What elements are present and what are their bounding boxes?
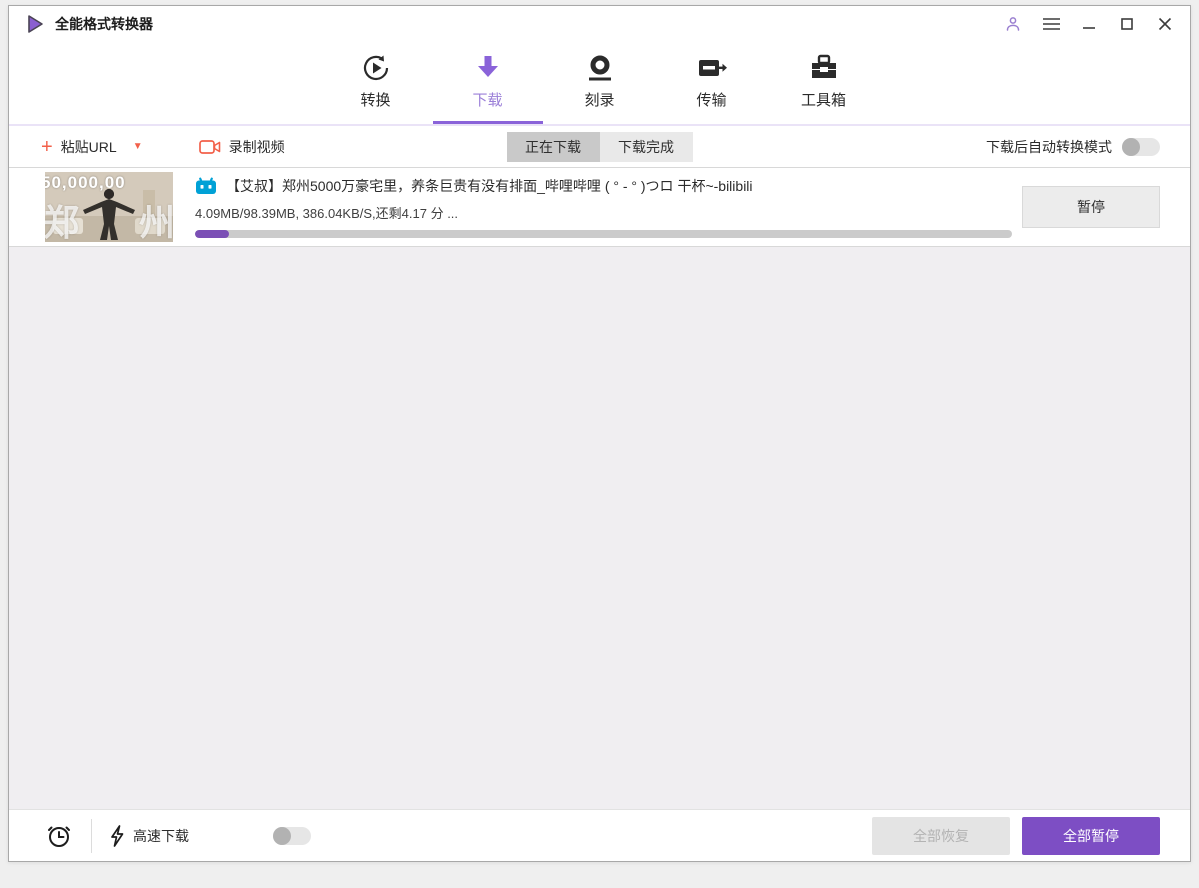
app-window: 全能格式转换器 转换 下载 刻录 传输 工具箱 + 粘贴URL ▼ 录制视频 正… <box>8 5 1191 862</box>
tab-transfer[interactable]: 传输 <box>671 42 753 124</box>
menu-icon[interactable] <box>1040 13 1062 35</box>
progress-fill <box>195 230 230 238</box>
high-speed-control: 高速下载 <box>110 824 189 847</box>
pause-all-button[interactable]: 全部暂停 <box>1022 816 1160 855</box>
app-title: 全能格式转换器 <box>55 16 153 32</box>
toggle-knob <box>1122 137 1140 156</box>
footer-divider <box>91 818 92 853</box>
record-video-label: 录制视频 <box>228 138 285 155</box>
video-thumbnail: 50,000,00 郑 州 <box>45 172 173 242</box>
plus-icon: + <box>41 135 53 158</box>
footer-bar: 高速下载 全部恢复 全部暂停 <box>9 809 1190 861</box>
tab-toolbox[interactable]: 工具箱 <box>783 42 865 124</box>
user-icon[interactable] <box>1002 13 1024 35</box>
toolbox-icon <box>808 52 840 84</box>
paste-url-button[interactable]: + 粘贴URL ▼ <box>41 137 143 157</box>
lightning-icon <box>110 824 124 847</box>
download-title: 【艾叔】郑州5000万豪宅里，养条巨贵有没有排面_哔哩哔哩 ( ° - ° )つ… <box>226 178 753 194</box>
segment-downloading[interactable]: 正在下载 <box>506 131 600 162</box>
download-view-segments: 正在下载 下载完成 <box>506 131 693 162</box>
window-controls <box>1002 13 1176 35</box>
high-speed-label: 高速下载 <box>133 827 189 844</box>
title-bar: 全能格式转换器 <box>9 6 1190 42</box>
tab-download[interactable]: 下载 <box>447 42 529 124</box>
download-status-text: 4.09MB/98.39MB, 386.04KB/S,还剩4.17 分 ... <box>195 206 459 221</box>
tab-label: 下载 <box>472 92 503 109</box>
thumbnail-caption-top: 50,000,00 <box>45 173 126 192</box>
burn-icon <box>585 52 615 84</box>
tab-label: 传输 <box>696 92 727 109</box>
download-icon <box>473 52 503 84</box>
chevron-down-icon[interactable]: ▼ <box>133 141 143 152</box>
tab-label: 工具箱 <box>800 92 846 109</box>
download-toolbar: + 粘贴URL ▼ 录制视频 正在下载 下载完成 下载后自动转换模式 <box>9 126 1190 167</box>
record-video-button[interactable]: 录制视频 <box>198 137 285 157</box>
camera-icon <box>198 139 221 155</box>
download-item-row[interactable]: 50,000,00 郑 州 【艾叔】郑州5000万豪宅里，养条巨贵有没有排面_哔… <box>9 167 1190 247</box>
transfer-icon <box>696 52 728 84</box>
thumbnail-char-left: 郑 <box>45 202 80 242</box>
high-speed-toggle[interactable] <box>273 826 311 845</box>
progress-bar <box>195 230 1012 238</box>
tab-label: 刻录 <box>584 92 615 109</box>
auto-convert-control: 下载后自动转换模式 <box>986 137 1160 157</box>
minimize-icon[interactable] <box>1078 13 1100 35</box>
download-list-empty-area <box>9 247 1190 809</box>
tab-convert[interactable]: 转换 <box>335 42 417 124</box>
tab-label: 转换 <box>360 92 391 109</box>
convert-icon <box>360 52 392 84</box>
pause-button[interactable]: 暂停 <box>1022 186 1160 228</box>
auto-convert-label: 下载后自动转换模式 <box>986 138 1112 155</box>
close-icon[interactable] <box>1154 13 1176 35</box>
toggle-knob <box>273 826 291 845</box>
maximize-icon[interactable] <box>1116 13 1138 35</box>
auto-convert-toggle[interactable] <box>1122 137 1160 156</box>
thumbnail-char-right: 州 <box>138 202 173 242</box>
tab-burn[interactable]: 刻录 <box>559 42 641 124</box>
paste-url-label: 粘贴URL <box>60 138 117 155</box>
app-logo-icon <box>28 15 43 33</box>
footer-buttons: 全部恢复 全部暂停 <box>872 816 1160 855</box>
bilibili-icon <box>195 177 217 195</box>
nav-tabs: 转换 下载 刻录 传输 工具箱 <box>9 42 1190 124</box>
segment-completed[interactable]: 下载完成 <box>599 131 693 162</box>
alarm-clock-icon[interactable] <box>45 822 73 850</box>
resume-all-button[interactable]: 全部恢复 <box>872 816 1010 855</box>
download-item-info: 【艾叔】郑州5000万豪宅里，养条巨贵有没有排面_哔哩哔哩 ( ° - ° )つ… <box>195 176 1012 238</box>
